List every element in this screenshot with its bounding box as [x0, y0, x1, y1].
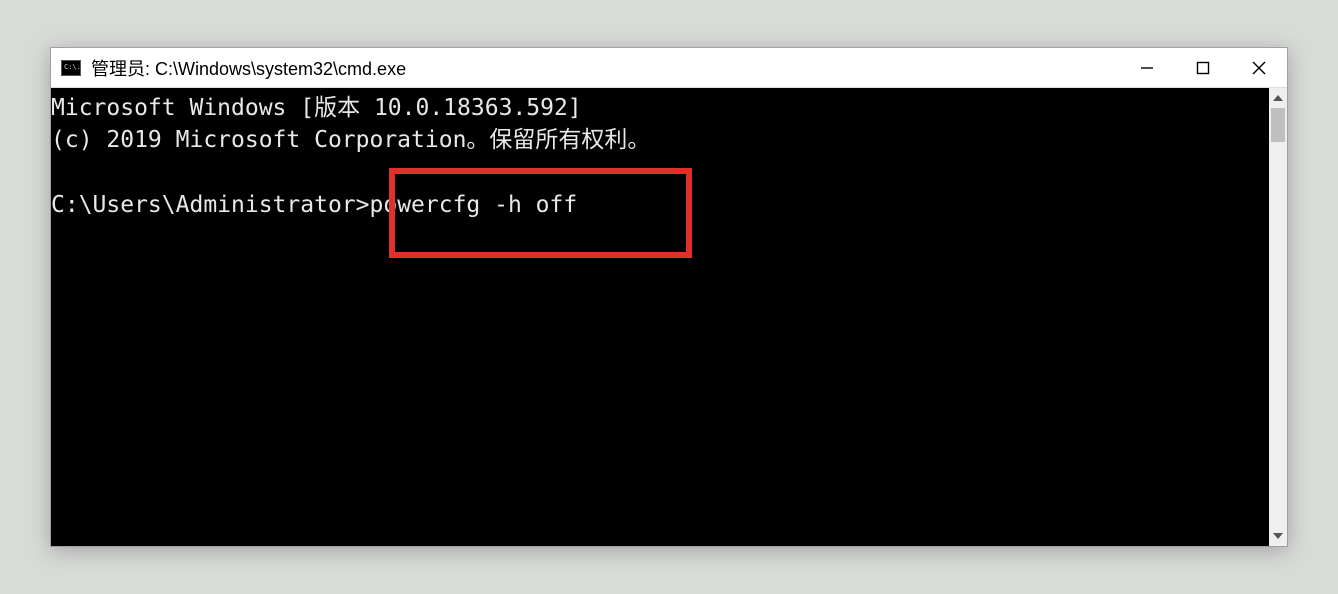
terminal-output[interactable]: Microsoft Windows [版本 10.0.18363.592] (c… — [51, 88, 1269, 546]
minimize-icon — [1140, 61, 1154, 75]
scroll-thumb[interactable] — [1271, 108, 1285, 142]
cmd-icon: C:\. — [61, 60, 81, 76]
maximize-icon — [1196, 61, 1210, 75]
scroll-up-arrow-icon[interactable] — [1269, 88, 1287, 108]
command-text: powercfg -h off — [370, 192, 578, 218]
prompt-text: C:\Users\Administrator> — [51, 192, 370, 218]
vertical-scrollbar[interactable] — [1269, 88, 1287, 546]
window-title: 管理员: C:\Windows\system32\cmd.exe — [91, 55, 406, 81]
output-copyright-line: (c) 2019 Microsoft Corporation。保留所有权利。 — [51, 127, 650, 153]
terminal-area: Microsoft Windows [版本 10.0.18363.592] (c… — [51, 88, 1287, 546]
window-controls — [1119, 48, 1287, 87]
close-icon — [1252, 61, 1266, 75]
maximize-button[interactable] — [1175, 48, 1231, 87]
titlebar[interactable]: C:\. 管理员: C:\Windows\system32\cmd.exe — [51, 48, 1287, 88]
scroll-track[interactable] — [1269, 108, 1287, 526]
output-version-line: Microsoft Windows [版本 10.0.18363.592] — [51, 95, 582, 121]
cmd-window: C:\. 管理员: C:\Windows\system32\cmd.exe Mi… — [50, 47, 1288, 547]
minimize-button[interactable] — [1119, 48, 1175, 87]
scroll-down-arrow-icon[interactable] — [1269, 526, 1287, 546]
close-button[interactable] — [1231, 48, 1287, 87]
